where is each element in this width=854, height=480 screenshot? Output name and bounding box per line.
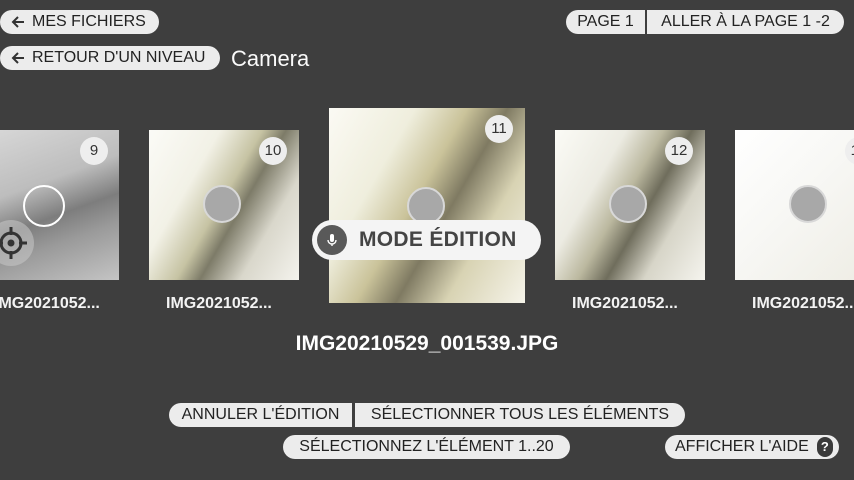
select-all-label: SÉLECTIONNER TOUS LES ÉLÉMENTS — [370, 406, 670, 423]
my-files-label: MES FICHIERS — [32, 13, 146, 30]
edit-mode-label: MODE ÉDITION — [359, 228, 517, 251]
arrow-left-icon — [11, 16, 24, 28]
select-all-button[interactable]: SÉLECTIONNER TOUS LES ÉLÉMENTS — [355, 403, 685, 427]
crosshair-icon — [0, 227, 27, 259]
my-files-button[interactable]: MES FICHIERS — [0, 10, 159, 34]
selection-circle[interactable] — [789, 185, 827, 223]
goto-page-button[interactable]: ALLER À LA PAGE 1 -2 — [647, 10, 844, 34]
thumbnail-number-badge: 9 — [80, 137, 108, 165]
selection-circle[interactable] — [609, 185, 647, 223]
thumbnail-filename: IMG2021052... — [752, 295, 854, 312]
page-indicator: PAGE 1 — [566, 10, 645, 34]
cancel-edit-label: ANNULER L'ÉDITION — [181, 406, 340, 423]
up-one-level-label: RETOUR D'UN NIVEAU — [32, 49, 206, 66]
thumbnail-filename: IMG2021052... — [572, 295, 678, 312]
thumbnail-number-badge: 10 — [259, 137, 287, 165]
thumbnail-filename: IMG2021052... — [0, 295, 100, 312]
thumbnail-number-badge: 12 — [665, 137, 693, 165]
goto-page-label: ALLER À LA PAGE 1 -2 — [661, 13, 830, 30]
show-help-button[interactable]: AFFICHER L'AIDE ? — [665, 435, 839, 459]
select-item-label: SÉLECTIONNEZ L'ÉLÉMENT 1..20 — [299, 438, 554, 455]
edit-mode-indicator[interactable]: MODE ÉDITION — [312, 220, 541, 260]
thumbnail-filename: IMG2021052... — [166, 295, 272, 312]
thumbnail-number-badge: 11 — [485, 115, 513, 143]
arrow-left-icon — [11, 52, 24, 64]
page-indicator-label: PAGE 1 — [577, 13, 634, 30]
select-item-button[interactable]: SÉLECTIONNEZ L'ÉLÉMENT 1..20 — [283, 435, 570, 459]
thumbnail-10[interactable]: 10 — [149, 130, 299, 280]
thumbnail-11[interactable]: 11 — [329, 108, 525, 303]
thumbnail-13[interactable]: 13 — [735, 130, 854, 280]
folder-title: Camera — [231, 46, 310, 71]
thumbnail-12[interactable]: 12 — [555, 130, 705, 280]
help-icon: ? — [816, 437, 833, 457]
target-crosshair-button[interactable] — [0, 220, 34, 266]
up-one-level-button[interactable]: RETOUR D'UN NIVEAU — [0, 46, 220, 70]
selection-circle[interactable] — [203, 185, 241, 223]
cancel-edit-button[interactable]: ANNULER L'ÉDITION — [169, 403, 352, 427]
microphone-icon — [317, 225, 347, 255]
selected-filename: IMG20210529_001539.JPG — [295, 332, 559, 355]
show-help-label: AFFICHER L'AIDE — [675, 438, 809, 455]
